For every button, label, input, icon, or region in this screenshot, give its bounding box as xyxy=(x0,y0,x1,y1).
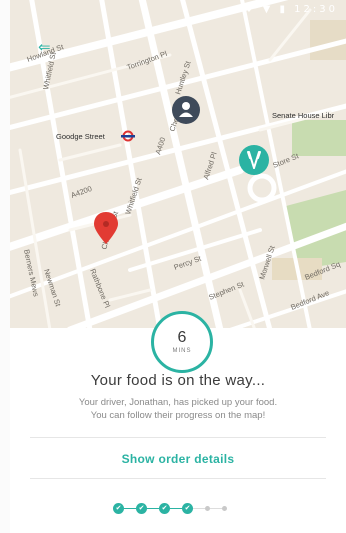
progress-connector xyxy=(124,507,136,509)
road-label: A4200 xyxy=(70,184,93,200)
driver-icon xyxy=(182,102,190,110)
delivery-map[interactable]: Howland St Whitfield St Torrington Pl Hu… xyxy=(10,0,346,328)
progress-step-pending xyxy=(205,505,210,511)
show-order-details-link[interactable]: Show order details xyxy=(10,452,346,466)
eta-value: 6 xyxy=(177,329,187,346)
progress-connector xyxy=(210,507,222,509)
description-line: You can follow their progress on the map… xyxy=(90,410,266,421)
progress-connector xyxy=(170,507,182,509)
status-headline: Your food is on the way... xyxy=(90,372,266,389)
road-label: Torrington Pl xyxy=(126,49,169,72)
progress-step-pending xyxy=(222,505,227,511)
progress-connector xyxy=(193,507,205,509)
status-icons: ♥ ▼ ▮ 12:30 xyxy=(244,4,338,15)
roundabout xyxy=(247,173,277,203)
progress-step-complete: ✔ xyxy=(182,502,193,514)
road-label: Huntley St xyxy=(173,59,193,96)
order-status-panel: 6 MINS Your food is on the way... Your d… xyxy=(10,311,346,533)
park-area xyxy=(292,120,346,156)
road-label: Rathbone Pl xyxy=(88,267,112,309)
progress-steps: ✔ ✔ ✔ ✔ xyxy=(113,502,227,514)
phone-screen: Howland St Whitfield St Torrington Pl Hu… xyxy=(0,0,346,533)
eta-timer: 6 MINS xyxy=(151,311,213,373)
divider xyxy=(30,478,326,479)
check-icon: ✔ xyxy=(161,503,168,512)
status-bar: ♥ ▼ ▮ 12:30 xyxy=(226,0,346,22)
check-icon: ✔ xyxy=(115,503,122,512)
map-canvas: Howland St Whitfield St Torrington Pl Hu… xyxy=(10,0,346,328)
eta-unit: MINS xyxy=(172,348,192,354)
destination-pin-icon[interactable] xyxy=(94,212,118,244)
place-label: Senate House Libr xyxy=(272,111,335,120)
progress-step-complete: ✔ xyxy=(113,502,124,514)
station-label: Goodge Street xyxy=(56,132,106,141)
check-icon: ✔ xyxy=(138,503,145,512)
check-icon: ✔ xyxy=(184,503,191,512)
road-label: Store St xyxy=(271,151,300,170)
back-arrow-icon[interactable]: ⇐ xyxy=(38,40,56,55)
progress-connector xyxy=(147,507,159,509)
status-description: Your driver, Jonathan, has picked up you… xyxy=(30,396,326,422)
progress-step-complete: ✔ xyxy=(159,502,170,514)
divider xyxy=(30,437,326,438)
description-line: Your driver, Jonathan, has picked up you… xyxy=(78,397,278,408)
driver-marker[interactable] xyxy=(172,96,200,124)
progress-step-complete: ✔ xyxy=(136,502,147,514)
restaurant-marker[interactable] xyxy=(239,145,269,175)
